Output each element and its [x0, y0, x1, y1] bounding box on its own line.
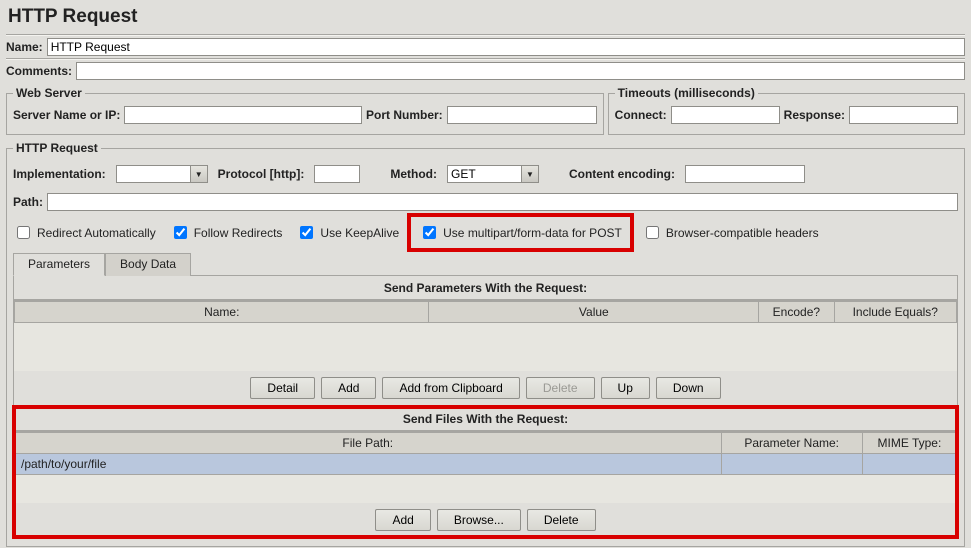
server-name-label: Server Name or IP: — [13, 108, 120, 122]
comments-label: Comments: — [6, 64, 72, 78]
web-server-legend: Web Server — [13, 86, 85, 100]
port-number-label: Port Number: — [366, 108, 443, 122]
connect-input[interactable] — [671, 106, 780, 124]
add-from-clipboard-button[interactable]: Add from Clipboard — [382, 377, 519, 399]
method-label: Method: — [390, 167, 437, 181]
browser-compat-label: Browser-compatible headers — [666, 226, 819, 240]
response-input[interactable] — [849, 106, 958, 124]
file-mime-cell[interactable] — [862, 454, 956, 475]
chevron-down-icon[interactable]: ▼ — [190, 166, 207, 182]
files-add-button[interactable]: Add — [375, 509, 430, 531]
browser-compat-checkbox[interactable] — [646, 226, 659, 239]
table-row[interactable]: /path/to/your/file — [15, 454, 957, 475]
redirect-auto-label: Redirect Automatically — [37, 226, 156, 240]
follow-redirects-checkbox[interactable] — [174, 226, 187, 239]
http-request-legend: HTTP Request — [13, 141, 101, 155]
params-col-encode[interactable]: Encode? — [759, 302, 834, 323]
delete-button[interactable]: Delete — [526, 377, 595, 399]
files-delete-button[interactable]: Delete — [527, 509, 596, 531]
down-button[interactable]: Down — [656, 377, 721, 399]
path-input[interactable] — [47, 193, 958, 211]
path-label: Path: — [13, 195, 43, 209]
add-button[interactable]: Add — [321, 377, 376, 399]
params-section-header: Send Parameters With the Request: — [14, 276, 957, 300]
comments-input[interactable] — [76, 62, 965, 80]
keepalive-checkbox[interactable] — [300, 226, 313, 239]
files-col-file-path[interactable]: File Path: — [15, 433, 722, 454]
response-label: Response: — [784, 108, 845, 122]
up-button[interactable]: Up — [601, 377, 650, 399]
port-number-input[interactable] — [447, 106, 597, 124]
encoding-label: Content encoding: — [569, 167, 675, 181]
chevron-down-icon[interactable]: ▼ — [521, 166, 538, 182]
files-section-header: Send Files With the Request: — [14, 407, 957, 431]
file-path-cell[interactable]: /path/to/your/file — [15, 454, 722, 475]
implementation-label: Implementation: — [13, 167, 106, 181]
redirect-auto-checkbox[interactable] — [17, 226, 30, 239]
params-grid-body[interactable] — [14, 323, 957, 371]
protocol-input[interactable] — [314, 165, 360, 183]
detail-button[interactable]: Detail — [250, 377, 315, 399]
files-browse-button[interactable]: Browse... — [437, 509, 521, 531]
tab-parameters[interactable]: Parameters — [13, 253, 105, 276]
params-col-name[interactable]: Name: — [15, 302, 429, 323]
follow-redirects-label: Follow Redirects — [194, 226, 283, 240]
connect-label: Connect: — [615, 108, 667, 122]
files-col-param-name[interactable]: Parameter Name: — [721, 433, 862, 454]
multipart-checkbox[interactable] — [423, 226, 436, 239]
files-grid-body[interactable] — [14, 475, 957, 503]
keepalive-label: Use KeepAlive — [320, 226, 399, 240]
server-name-input[interactable] — [124, 106, 362, 124]
files-col-mime[interactable]: MIME Type: — [862, 433, 956, 454]
name-label: Name: — [6, 40, 43, 54]
params-col-include-equals[interactable]: Include Equals? — [834, 302, 956, 323]
params-col-value[interactable]: Value — [429, 302, 759, 323]
tab-body-data[interactable]: Body Data — [105, 253, 191, 276]
timeouts-legend: Timeouts (milliseconds) — [615, 86, 758, 100]
encoding-input[interactable] — [685, 165, 805, 183]
protocol-label: Protocol [http]: — [218, 167, 305, 181]
page-title: HTTP Request — [8, 6, 965, 28]
name-input[interactable] — [47, 38, 965, 56]
multipart-label: Use multipart/form-data for POST — [443, 226, 622, 240]
file-param-cell[interactable] — [721, 454, 862, 475]
